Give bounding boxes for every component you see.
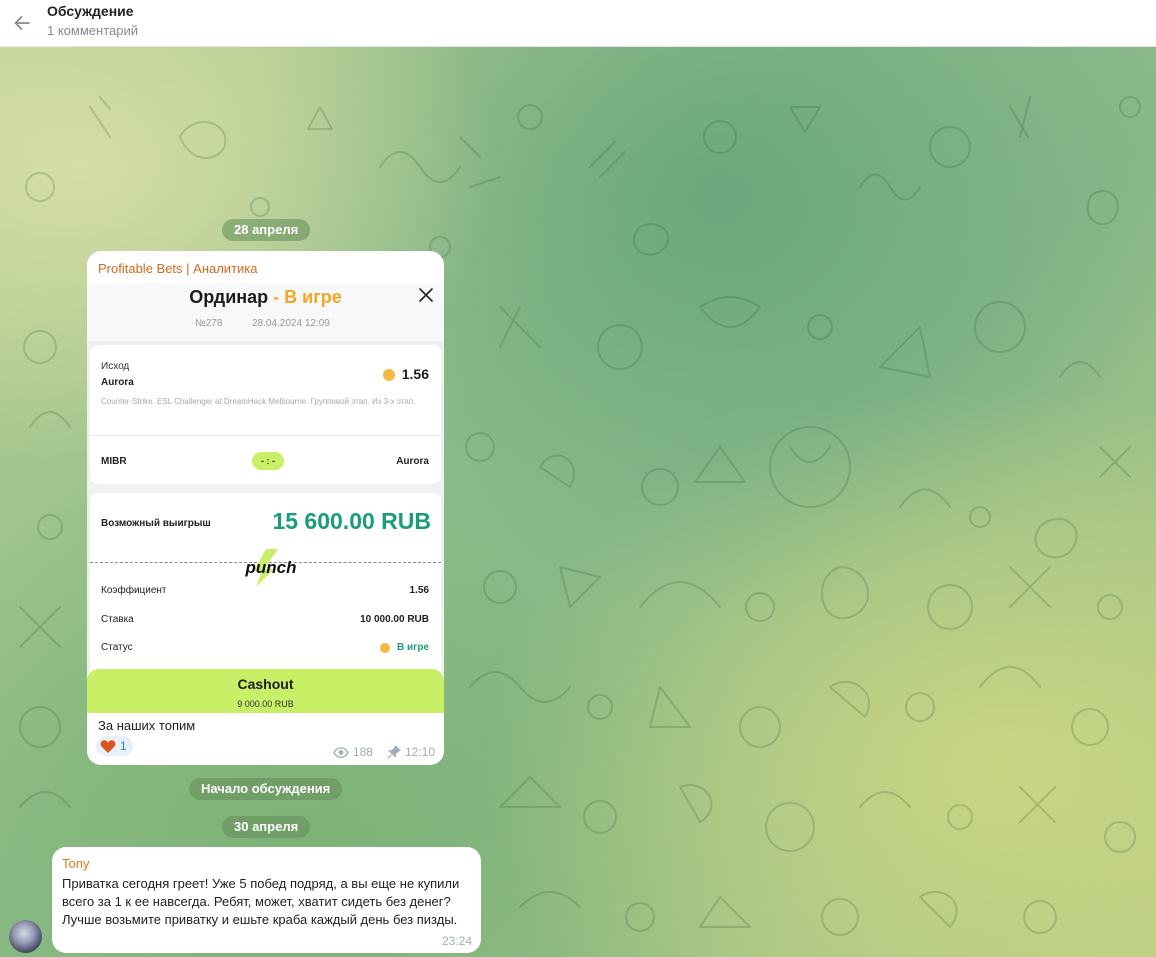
post-text: За наших топим xyxy=(98,718,196,733)
reaction-heart[interactable]: 1 xyxy=(96,736,133,756)
discussion-start-pill: Начало обсуждения xyxy=(189,778,343,800)
comment-author[interactable]: Tony xyxy=(62,856,89,871)
chat-header: Обсуждение 1 комментарий xyxy=(0,0,1156,47)
heart-icon xyxy=(100,739,116,753)
bet-title-status: - В игре xyxy=(268,287,342,307)
cashout-amount: 9 000.00 RUB xyxy=(237,699,294,709)
outcome-card: Исход Aurora 1.56 Counter-Strike. ESL Ch… xyxy=(90,345,441,484)
team-away: Aurora xyxy=(396,456,429,467)
back-button[interactable] xyxy=(0,1,44,45)
post-author[interactable]: Profitable Bets | Аналитика xyxy=(98,261,258,276)
divider xyxy=(90,435,441,436)
post-time: 12:10 xyxy=(404,745,435,759)
coef-label: Коэффициент xyxy=(101,585,167,596)
bet-number: №278 xyxy=(195,318,223,329)
status-dot-icon xyxy=(383,369,395,381)
arrow-left-icon xyxy=(14,16,30,30)
status-label: Статус xyxy=(101,642,133,653)
stake-label: Ставка xyxy=(101,614,134,625)
status-value: В игре xyxy=(397,642,429,653)
svg-text:punch: punch xyxy=(245,558,297,577)
possible-win-label: Возможный выигрыш xyxy=(101,518,211,529)
outcome-team: Aurora xyxy=(101,377,134,388)
event-description: Counter-Strike. ESL Challenger at DreamH… xyxy=(101,397,416,406)
page-title: Обсуждение xyxy=(47,3,134,19)
avatar[interactable] xyxy=(9,920,42,953)
post-meta: 188 12:10 xyxy=(333,745,435,759)
bet-title-type: Ординар xyxy=(189,287,269,307)
outcome-label: Исход xyxy=(101,361,130,372)
stake-value: 10 000.00 RUB xyxy=(360,614,429,625)
punch-logo: punch xyxy=(245,549,297,587)
comment-count: 1 комментарий xyxy=(47,23,138,38)
comment-bubble[interactable]: Tony Приватка сегодня греет! Уже 5 побед… xyxy=(52,847,481,953)
bet-title: Ординар - В игре xyxy=(87,287,444,308)
pin-icon xyxy=(387,745,401,759)
bet-header: Ординар - В игре №278 28.04.2024 12:09 xyxy=(87,283,444,341)
possible-win-value: 15 600.00 RUB xyxy=(272,508,431,534)
channel-post[interactable]: Profitable Bets | Аналитика Ординар - В … xyxy=(87,251,444,765)
chat-background[interactable]: 28 апреля Profitable Bets | Аналитика Ор… xyxy=(0,47,1156,957)
team-home: MIBR xyxy=(101,456,127,467)
header-titles: Обсуждение 1 комментарий xyxy=(47,3,138,40)
cashout-label: Cashout xyxy=(237,676,294,692)
eye-icon xyxy=(333,746,349,758)
score-badge: - : - xyxy=(252,452,284,470)
close-icon xyxy=(419,288,433,302)
outcome-coefficient: 1.56 xyxy=(401,366,429,382)
coef-value: 1.56 xyxy=(409,585,429,596)
cashout-button: Cashout 9 000.00 RUB xyxy=(87,669,444,713)
reaction-count: 1 xyxy=(120,739,127,753)
bet-datetime: 28.04.2024 12:09 xyxy=(252,318,330,329)
bet-screenshot[interactable]: Ординар - В игре №278 28.04.2024 12:09 И… xyxy=(87,283,444,713)
date-pill-28-april: 28 апреля xyxy=(222,219,311,241)
comment-text: Приватка сегодня греет! Уже 5 побед подр… xyxy=(62,876,460,927)
comment-time: 23:24 xyxy=(441,934,472,948)
status-dot-icon xyxy=(380,643,390,653)
views-count: 188 xyxy=(352,745,373,759)
date-pill-30-april: 30 апреля xyxy=(222,816,311,838)
